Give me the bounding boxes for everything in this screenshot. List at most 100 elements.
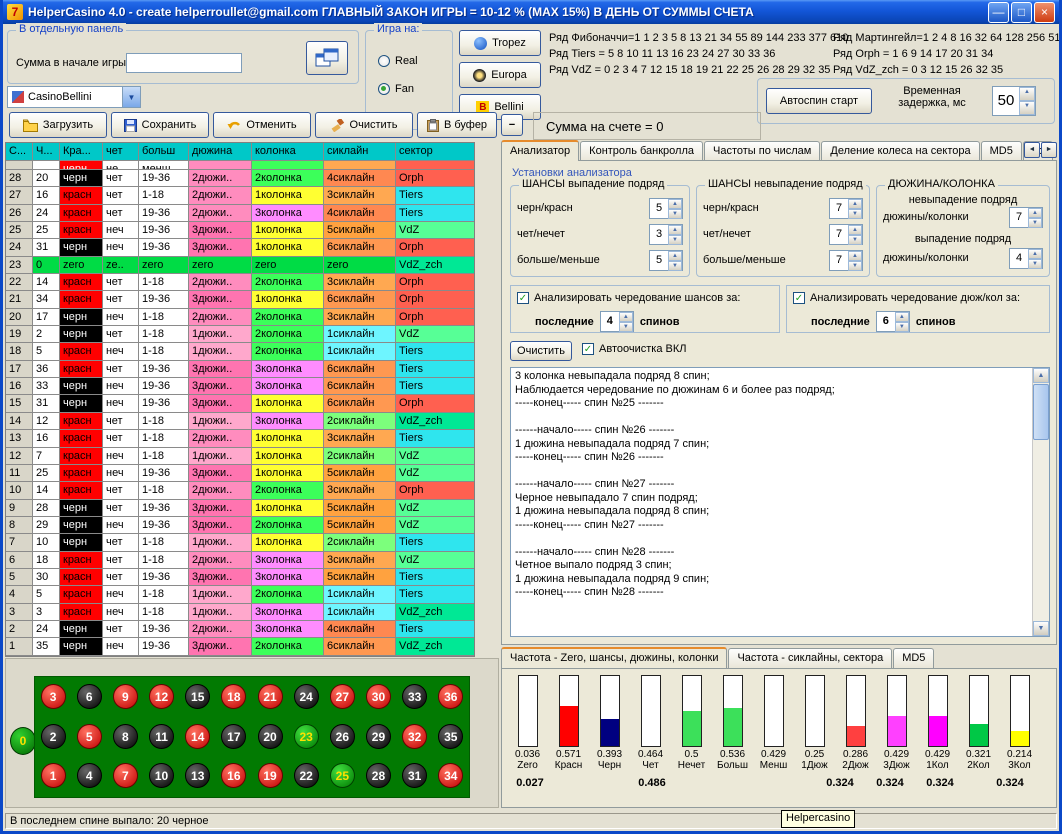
table-row[interactable]: 1014краснчет1-182дюжи..2колонка3сиклайнO…: [6, 482, 474, 499]
spinner-dozen-alternation-spins[interactable]: 6 ▲▼: [876, 311, 910, 332]
scrollbar-thumb[interactable]: [1033, 384, 1049, 440]
board-number[interactable]: 28: [366, 763, 391, 788]
dozen-alternation-checkbox-row[interactable]: Анализировать чередование дюж/кол за:: [793, 292, 1020, 304]
header-column[interactable]: колонка: [252, 143, 324, 161]
undo-button[interactable]: Отменить: [213, 112, 311, 138]
table-row[interactable]: 1316краснчет1-182дюжи..1колонка3сиклайнT…: [6, 430, 474, 447]
table-row[interactable]: 1633черннеч19-363дюжи..3колонка6сиклайнT…: [6, 378, 474, 395]
board-cell[interactable]: 18: [216, 677, 252, 717]
tab-3[interactable]: Частоты по числам: [704, 141, 820, 161]
start-sum-input[interactable]: [126, 53, 242, 73]
buffer-button[interactable]: В буфер: [417, 112, 497, 138]
table-row[interactable]: 829черннеч19-363дюжи..2колонка5сиклайнVd…: [6, 517, 474, 534]
board-cell[interactable]: 6: [71, 677, 107, 717]
header-parity[interactable]: чет: [103, 143, 139, 161]
title-bar[interactable]: HelperCasino 4.0 - create helperroullet@…: [3, 0, 1059, 24]
spinner-buttons[interactable]: ▲▼: [619, 312, 633, 331]
table-row[interactable]: 127красннеч1-181дюжи..1колонка2сиклайнVd…: [6, 448, 474, 465]
board-number[interactable]: 3: [41, 684, 66, 709]
clear-table-button[interactable]: Очистить: [315, 112, 413, 138]
header-number[interactable]: Ч...: [33, 143, 60, 161]
analysis-log[interactable]: 3 колонка невыпадала подряд 8 спин; Набл…: [510, 367, 1050, 637]
board-number[interactable]: 24: [294, 684, 319, 709]
header-sixline[interactable]: сиклайн: [324, 143, 396, 161]
tab-1[interactable]: Анализатор: [501, 140, 579, 161]
board-number[interactable]: 5: [77, 724, 102, 749]
board-cell[interactable]: 17: [216, 717, 252, 757]
spinner-buttons[interactable]: ▲▼: [1028, 208, 1042, 227]
board-number[interactable]: 33: [402, 684, 427, 709]
board-number[interactable]: 8: [113, 724, 138, 749]
spinner-buttons[interactable]: ▲▼: [668, 225, 682, 244]
table-row[interactable]: 230zeroze..zerozerozerozeroVdZ_zch: [6, 257, 474, 274]
board-cell[interactable]: 21: [252, 677, 288, 717]
board-number[interactable]: 10: [149, 763, 174, 788]
tab-5[interactable]: MD5: [981, 141, 1022, 161]
board-number[interactable]: 31: [402, 763, 427, 788]
spinner-buttons[interactable]: ▲▼: [848, 199, 862, 218]
spinner-high-low-miss[interactable]: 7 ▲▼: [829, 250, 863, 271]
board-number[interactable]: 16: [221, 763, 246, 788]
board-number[interactable]: 4: [77, 763, 102, 788]
board-cell[interactable]: 15: [180, 677, 216, 717]
board-cell[interactable]: 29: [360, 717, 396, 757]
spinner-black-red-miss[interactable]: 7 ▲▼: [829, 198, 863, 219]
board-cell[interactable]: 32: [397, 717, 433, 757]
board-number[interactable]: 1: [41, 763, 66, 788]
spinner-chance-alternation-spins[interactable]: 4 ▲▼: [600, 311, 634, 332]
spinner-dozen-miss[interactable]: 7 ▲▼: [1009, 207, 1043, 228]
delay-spinner-buttons[interactable]: ▲▼: [1019, 87, 1035, 115]
table-row[interactable]: 530краснчет19-363дюжи..3колонка5сиклайнT…: [6, 569, 474, 586]
scroll-up-icon[interactable]: ▲: [1033, 368, 1049, 383]
tab-4[interactable]: Деление колеса на сектора: [821, 141, 979, 161]
tab-2[interactable]: Контроль банкролла: [580, 141, 703, 161]
table-row[interactable]: 1736краснчет19-363дюжи..3колонка6сиклайн…: [6, 361, 474, 378]
table-row[interactable]: 2624краснчет19-362дюжи..3колонка4сиклайн…: [6, 205, 474, 222]
board-cell[interactable]: 22: [288, 756, 324, 796]
board-cell[interactable]: 20: [252, 717, 288, 757]
radio-real-icon[interactable]: [378, 55, 390, 67]
board-number[interactable]: 12: [149, 684, 174, 709]
board-cell[interactable]: 8: [107, 717, 143, 757]
board-cell[interactable]: 3: [35, 677, 71, 717]
board-cell[interactable]: 4: [71, 756, 107, 796]
board-cell[interactable]: 13: [180, 756, 216, 796]
board-cell[interactable]: 11: [143, 717, 179, 757]
table-row[interactable]: 1125красннеч19-363дюжи..1колонка5сиклайн…: [6, 465, 474, 482]
radio-real[interactable]: Real: [378, 55, 418, 67]
table-row[interactable]: 135черннеч19-363дюжи..2колонка6сиклайнVd…: [6, 638, 474, 655]
table-row[interactable]: чернне...менш: [6, 161, 474, 170]
board-cell[interactable]: 12: [143, 677, 179, 717]
board-number[interactable]: 30: [366, 684, 391, 709]
table-row[interactable]: 2431черннеч19-363дюжи..1колонка6сиклайнO…: [6, 239, 474, 256]
board-number[interactable]: 2: [41, 724, 66, 749]
radio-fan[interactable]: Fan: [378, 83, 414, 95]
spinner-high-low-hit[interactable]: 5 ▲▼: [649, 250, 683, 271]
collapse-button[interactable]: −: [501, 114, 523, 136]
board-number[interactable]: 11: [149, 724, 174, 749]
board-cell[interactable]: 7: [107, 756, 143, 796]
table-row[interactable]: 2716краснчет1-182дюжи..1колонка3сиклайнT…: [6, 187, 474, 204]
board-number-zero[interactable]: 0: [10, 727, 36, 755]
spinner-even-odd-hit[interactable]: 3 ▲▼: [649, 224, 683, 245]
board-cell[interactable]: 9: [107, 677, 143, 717]
board-number[interactable]: 36: [438, 684, 463, 709]
spins-table[interactable]: С... Ч... Кра... чет больш дюжина колонк…: [5, 142, 475, 657]
table-row[interactable]: 2017черннеч1-182дюжи..2колонка3сиклайнOr…: [6, 309, 474, 326]
minimize-button[interactable]: —: [988, 2, 1009, 23]
board-number[interactable]: 22: [294, 763, 319, 788]
board-cell[interactable]: 27: [324, 677, 360, 717]
autoclean-checkbox-row[interactable]: Автоочистка ВКЛ: [582, 343, 686, 355]
board-number[interactable]: 7: [113, 763, 138, 788]
header-dozen[interactable]: дюжина: [189, 143, 252, 161]
checkbox-autoclean[interactable]: [582, 343, 594, 355]
board-number[interactable]: 23: [294, 724, 319, 749]
spinner-buttons[interactable]: ▲▼: [848, 225, 862, 244]
table-row[interactable]: 2525красннеч19-363дюжи..1колонка5сиклайн…: [6, 222, 474, 239]
board-cell[interactable]: 16: [216, 756, 252, 796]
scroll-down-icon[interactable]: ▼: [1033, 621, 1049, 636]
tab-3[interactable]: MD5: [893, 648, 934, 668]
board-number[interactable]: 32: [402, 724, 427, 749]
spinner-buttons[interactable]: ▲▼: [668, 199, 682, 218]
board-number[interactable]: 9: [113, 684, 138, 709]
